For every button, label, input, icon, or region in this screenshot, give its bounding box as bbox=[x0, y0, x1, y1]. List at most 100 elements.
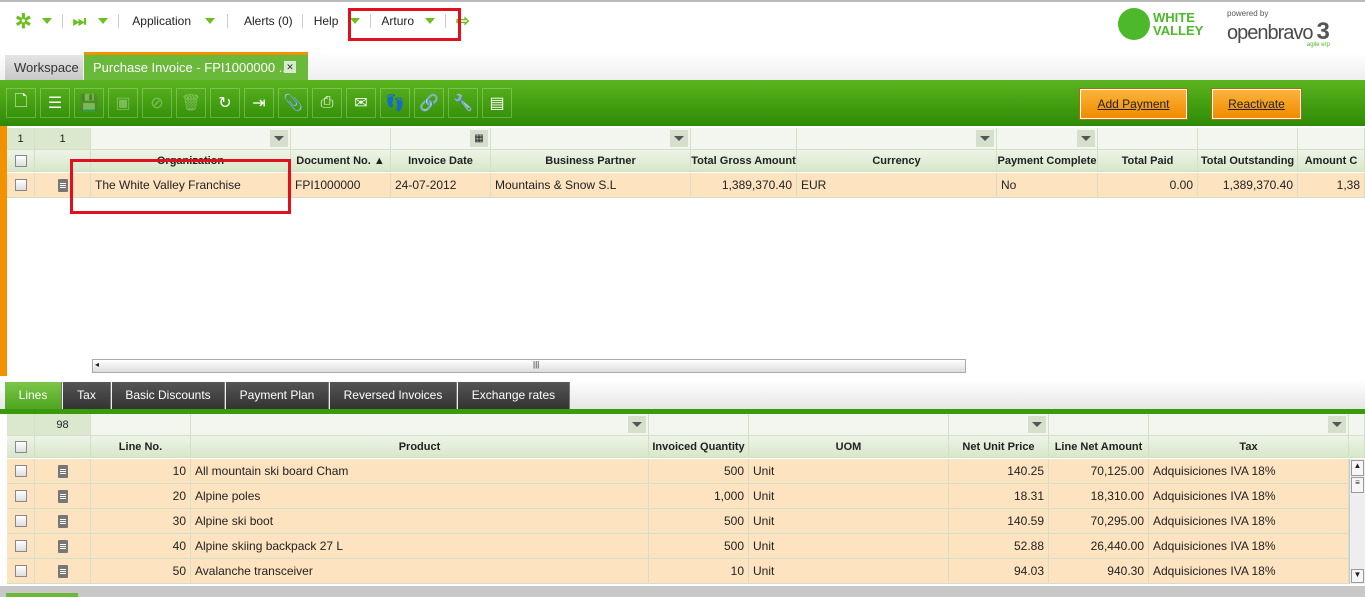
filter-input[interactable] bbox=[997, 128, 1098, 150]
quick-launch-icon[interactable]: ⏭ bbox=[73, 13, 87, 30]
subtab-payment-plan[interactable]: Payment Plan bbox=[226, 382, 329, 409]
form-view-icon[interactable] bbox=[57, 489, 68, 503]
vertical-scrollbar[interactable]: ▲ ≡ ▼ bbox=[1349, 459, 1365, 584]
chevron-down-icon[interactable] bbox=[976, 130, 994, 147]
filter-input[interactable] bbox=[691, 128, 797, 150]
filter-input[interactable] bbox=[291, 128, 391, 150]
chevron-down-icon[interactable] bbox=[98, 18, 109, 24]
checkbox[interactable] bbox=[14, 490, 27, 502]
filter-input[interactable] bbox=[91, 128, 291, 150]
filter-input[interactable] bbox=[1149, 414, 1349, 436]
column-header[interactable]: Total Paid bbox=[1098, 150, 1198, 172]
checkbox[interactable] bbox=[14, 440, 27, 453]
chevron-down-icon[interactable] bbox=[1328, 416, 1346, 433]
checkbox[interactable] bbox=[14, 154, 27, 167]
calendar-icon[interactable]: ▦ bbox=[470, 130, 488, 147]
chevron-down-icon[interactable] bbox=[628, 416, 646, 433]
subtab-lines[interactable]: Lines bbox=[5, 382, 62, 409]
filter-input[interactable]: ▦ bbox=[391, 128, 491, 150]
form-view-icon[interactable] bbox=[57, 464, 68, 478]
filter-input[interactable] bbox=[91, 414, 191, 436]
delete-icon[interactable]: 🗑 bbox=[176, 88, 206, 118]
save-icon[interactable]: 💾 bbox=[74, 88, 104, 118]
checkbox[interactable] bbox=[14, 515, 27, 527]
close-tab-icon[interactable]: ✕ bbox=[284, 61, 296, 73]
column-header[interactable] bbox=[1349, 436, 1365, 458]
chevron-down-icon[interactable] bbox=[41, 18, 52, 24]
row-form-icon[interactable] bbox=[35, 509, 91, 534]
toggle-view-icon[interactable]: ▤ bbox=[482, 88, 512, 118]
form-view-icon[interactable] bbox=[57, 564, 68, 578]
table-row[interactable]: 30 Alpine ski boot 500 Unit 140.59 70,295.00 A… bbox=[7, 509, 1365, 534]
quick-create-icon[interactable]: ✲ bbox=[15, 9, 32, 34]
tab-purchase-invoice[interactable]: Purchase Invoice - FPI1000000 ... ✕ bbox=[84, 52, 308, 80]
checkbox[interactable] bbox=[14, 465, 27, 477]
filter-input[interactable] bbox=[1198, 128, 1298, 150]
horizontal-scrollbar[interactable]: ◂ ||| bbox=[92, 359, 966, 373]
row-form-icon[interactable] bbox=[35, 484, 91, 509]
filter-input[interactable] bbox=[797, 128, 997, 150]
alerts-link[interactable]: Alerts (0) bbox=[244, 14, 293, 28]
subtab-tax[interactable]: Tax bbox=[63, 382, 111, 409]
chevron-down-icon[interactable] bbox=[1028, 416, 1046, 433]
checkbox[interactable] bbox=[14, 540, 27, 552]
filter-input[interactable] bbox=[749, 414, 949, 436]
help-menu[interactable]: Help bbox=[314, 14, 339, 28]
row-checkbox[interactable] bbox=[7, 484, 35, 509]
checkbox[interactable] bbox=[14, 179, 27, 191]
column-header[interactable]: Net Unit Price bbox=[949, 436, 1049, 458]
reactivate-button[interactable]: Reactivate bbox=[1211, 88, 1302, 120]
filter-input[interactable] bbox=[1298, 128, 1365, 150]
subtab-exchange-rates[interactable]: Exchange rates bbox=[458, 382, 570, 409]
column-header[interactable]: Business Partner bbox=[491, 150, 691, 172]
column-header[interactable]: Product bbox=[191, 436, 649, 458]
application-menu[interactable]: Application bbox=[132, 14, 191, 28]
row-checkbox[interactable] bbox=[7, 559, 35, 584]
row-checkbox[interactable] bbox=[7, 509, 35, 534]
filter-input[interactable] bbox=[949, 414, 1049, 436]
filter-input[interactable] bbox=[491, 128, 691, 150]
row-checkbox[interactable] bbox=[7, 459, 35, 484]
table-row[interactable]: 50 Avalanche transceiver 10 Unit 94.03 940.30… bbox=[7, 559, 1365, 584]
chevron-down-icon[interactable] bbox=[205, 18, 215, 24]
row-checkbox[interactable] bbox=[7, 173, 35, 198]
filter-input[interactable] bbox=[1098, 128, 1198, 150]
link-icon[interactable]: 🔗 bbox=[414, 88, 444, 118]
column-header[interactable] bbox=[35, 436, 91, 458]
row-form-icon[interactable] bbox=[35, 534, 91, 559]
subtab-basic-discounts[interactable]: Basic Discounts bbox=[112, 382, 225, 409]
row-checkbox[interactable] bbox=[7, 534, 35, 559]
save-close-icon[interactable]: ▣ bbox=[108, 88, 138, 118]
subtab-reversed-invoices[interactable]: Reversed Invoices bbox=[330, 382, 457, 409]
column-header[interactable]: Line No. bbox=[91, 436, 191, 458]
tools-icon[interactable]: 🔧 bbox=[448, 88, 478, 118]
audit-trail-icon[interactable]: 👣 bbox=[380, 88, 410, 118]
new-document-icon[interactable]: 🗋 bbox=[6, 88, 36, 118]
export-icon[interactable]: ⇥ bbox=[244, 88, 274, 118]
select-all-checkbox[interactable] bbox=[7, 436, 35, 458]
email-icon[interactable]: ✉ bbox=[346, 88, 376, 118]
column-header[interactable]: Line Net Amount bbox=[1049, 436, 1149, 458]
column-header[interactable]: Total Gross Amount bbox=[691, 150, 797, 172]
column-header[interactable]: Tax bbox=[1149, 436, 1349, 458]
form-view-icon[interactable] bbox=[57, 539, 68, 553]
table-row[interactable]: 20 Alpine poles 1,000 Unit 18.31 18,310.00 Adq… bbox=[7, 484, 1365, 509]
print-icon[interactable]: ⎙ bbox=[312, 88, 342, 118]
column-header[interactable]: Document No. ▲ bbox=[291, 150, 391, 172]
chevron-down-icon[interactable] bbox=[1077, 130, 1095, 147]
filter-input[interactable] bbox=[191, 414, 649, 436]
row-form-icon[interactable] bbox=[35, 559, 91, 584]
column-header[interactable]: Invoiced Quantity bbox=[649, 436, 749, 458]
column-header[interactable]: Total Outstanding bbox=[1198, 150, 1298, 172]
filter-input[interactable] bbox=[1349, 414, 1365, 436]
checkbox[interactable] bbox=[14, 565, 27, 577]
attachment-icon[interactable]: 📎 bbox=[278, 88, 308, 118]
column-header[interactable]: UOM bbox=[749, 436, 949, 458]
select-all-checkbox[interactable] bbox=[7, 150, 35, 172]
chevron-down-icon[interactable] bbox=[270, 130, 288, 147]
form-view-icon[interactable] bbox=[57, 178, 68, 192]
column-header[interactable]: Amount C bbox=[1298, 150, 1365, 172]
form-view-icon[interactable] bbox=[57, 514, 68, 528]
tab-workspace[interactable]: Workspace bbox=[5, 55, 83, 80]
row-form-icon[interactable] bbox=[35, 459, 91, 484]
